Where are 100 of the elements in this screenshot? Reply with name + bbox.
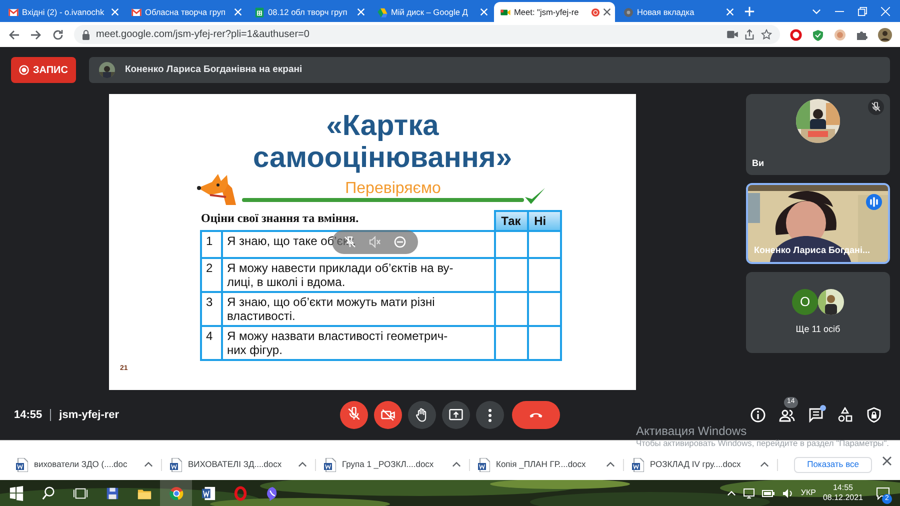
- host-controls-button[interactable]: [866, 407, 882, 423]
- record-button[interactable]: ЗАПИС: [11, 57, 76, 83]
- triangle-icon: [377, 6, 388, 18]
- table-cell: Я знаю, що об’єкти можуть мати різні властивості.: [222, 292, 496, 326]
- camera-button[interactable]: [374, 401, 402, 429]
- document-icon: [16, 458, 28, 472]
- chevron-up-icon[interactable]: [726, 488, 736, 498]
- network-icon[interactable]: [742, 488, 755, 498]
- document-app-icon: [200, 486, 216, 500]
- present-screen-icon: [448, 407, 464, 423]
- present-button[interactable]: [442, 401, 470, 429]
- forward-icon[interactable]: [30, 28, 42, 40]
- table-cell: [528, 292, 561, 326]
- table-cell: 3: [201, 292, 222, 326]
- lock-icon: [82, 30, 90, 40]
- chat-button[interactable]: [808, 407, 824, 423]
- document-icon: [478, 458, 490, 472]
- table-cell: 1: [201, 231, 222, 258]
- browser-icon: [168, 486, 184, 500]
- restore-icon[interactable]: [858, 6, 867, 16]
- raise-hand-button[interactable]: [408, 401, 436, 429]
- mail-icon: [131, 6, 142, 18]
- chevron-up-icon[interactable]: [144, 460, 153, 469]
- spreadsheet-icon: [254, 6, 265, 18]
- speaking-indicator-icon: [866, 194, 882, 210]
- browser-tab[interactable]: Мій диск – Google Д: [371, 2, 492, 22]
- camera-icon[interactable]: [727, 30, 738, 39]
- document-icon: [170, 458, 182, 472]
- puzzle-icon[interactable]: [856, 28, 868, 40]
- table-cell: Я можу навести приклади об’єктів на ву- лиці, в школі і вдома.: [222, 258, 496, 292]
- table-cell: [528, 326, 561, 360]
- language-indicator[interactable]: УКР: [800, 487, 816, 499]
- record-icon: [19, 65, 29, 75]
- task-view-icon: [72, 486, 88, 500]
- more-options-button[interactable]: [476, 401, 504, 429]
- extension-badge-icon[interactable]: [834, 28, 846, 40]
- browser-tab[interactable]: Вхідні (2) - o.ivanochk: [2, 2, 123, 22]
- mail-icon: [8, 6, 19, 18]
- people-icon: [779, 407, 795, 423]
- address-field[interactable]: meet.google.com/jsm-yfej-rer?pli=1&authuser=0: [74, 25, 780, 44]
- download-item[interactable]: РОЗКЛАД IV гру....docx: [624, 458, 778, 470]
- table-cell: Я можу назвати властивості геометрич- них фігур.: [222, 326, 496, 360]
- more-participants-text: Ще 11 осіб: [796, 322, 840, 336]
- meeting-time: 14:55: [14, 408, 42, 423]
- column-header: Ні: [528, 211, 561, 231]
- clock[interactable]: 14:55 08.12.2021: [822, 483, 863, 503]
- activation-title: Активация Windows: [636, 425, 748, 438]
- star-icon[interactable]: [761, 29, 772, 40]
- new-tab-icon[interactable]: [744, 6, 755, 17]
- back-icon[interactable]: [8, 28, 20, 40]
- minus-circle-icon[interactable]: [394, 236, 406, 248]
- browser-tab[interactable]: Новая вкладка: [617, 2, 738, 22]
- reload-icon[interactable]: [52, 28, 64, 40]
- chevron-down-icon[interactable]: [812, 6, 821, 16]
- leave-call-button[interactable]: [512, 401, 560, 429]
- notification-icon: [876, 486, 890, 500]
- download-item[interactable]: ВИХОВАТЕЛІ ЗД....docx: [162, 458, 316, 470]
- ring-icon[interactable]: [790, 28, 802, 40]
- shield-lock-icon: [866, 407, 882, 423]
- document-icon: [632, 458, 644, 472]
- document-icon: [324, 458, 336, 472]
- instruction-text: Оціни свої знання та вміння.: [201, 211, 496, 231]
- table-cell: [495, 292, 528, 326]
- download-item[interactable]: вихователи ЗДО (....doc: [8, 458, 162, 470]
- battery-icon[interactable]: [762, 488, 775, 498]
- close-icon: [882, 456, 892, 466]
- browser-tab[interactable]: Обласна творча груп: [125, 2, 246, 22]
- phone-bubble-icon: [264, 486, 280, 500]
- shapes-icon: [837, 407, 853, 423]
- share-icon[interactable]: [744, 29, 755, 40]
- avatar-icon[interactable]: [878, 28, 892, 42]
- chevron-up-icon[interactable]: [760, 460, 769, 469]
- slide-title: «Картка самооцінювання»: [252, 109, 513, 174]
- windows-icon: [8, 486, 24, 500]
- table-cell: [495, 258, 528, 292]
- people-button[interactable]: [779, 407, 795, 423]
- activities-button[interactable]: [837, 407, 853, 423]
- chat-icon: [808, 407, 824, 423]
- download-item[interactable]: Група 1 _РОЗКЛ....docx: [316, 458, 470, 470]
- search-icon: [40, 486, 56, 500]
- more-icon: [488, 408, 492, 422]
- info-button[interactable]: [750, 407, 766, 423]
- info-icon: [750, 407, 766, 423]
- close-button[interactable]: [882, 456, 892, 466]
- chevron-up-icon[interactable]: [452, 460, 461, 469]
- show-all-button[interactable]: Показать все: [794, 456, 872, 472]
- close-icon[interactable]: [603, 8, 611, 16]
- microphone-button[interactable]: [340, 401, 368, 429]
- browser-tab[interactable]: 08.12 обл творч груп: [248, 2, 369, 22]
- shield-icon[interactable]: [812, 28, 824, 40]
- browser-tab[interactable]: Meet: "jsm-yfej-re: [494, 2, 615, 22]
- table-cell: [528, 231, 561, 258]
- table-cell: [495, 231, 528, 258]
- meeting-code: jsm-yfej-rer: [59, 408, 120, 423]
- ring-icon: [232, 486, 248, 500]
- chevron-up-icon[interactable]: [298, 460, 307, 469]
- activation-text: Чтобы активировать Windows, перейдите в раздел "Параметры".: [636, 438, 890, 448]
- download-item[interactable]: Копія _ПЛАН ГР....docx: [470, 458, 624, 470]
- chevron-up-icon[interactable]: [606, 460, 615, 469]
- speaker-icon[interactable]: [782, 488, 794, 498]
